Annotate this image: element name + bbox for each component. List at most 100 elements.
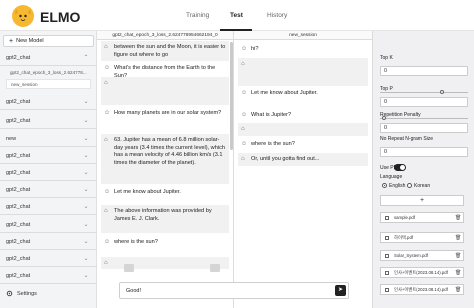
use-pdf-toggle[interactable] bbox=[394, 164, 406, 171]
user-avatar-icon: ☺ bbox=[241, 90, 248, 96]
sidebar-model-item[interactable]: gpt2_chat ⌄ bbox=[0, 218, 97, 232]
chevron-down-icon[interactable]: ⌄ bbox=[83, 135, 89, 142]
chevron-down-icon[interactable]: ⌄ bbox=[83, 272, 89, 279]
trash-icon[interactable]: 🗑 bbox=[455, 235, 463, 241]
message-text: What is Jupiter? bbox=[251, 112, 292, 118]
sidebar-model-item[interactable]: gpt2_chat ⌄ bbox=[0, 166, 97, 180]
repetition-penalty-input[interactable]: 0 bbox=[380, 123, 468, 133]
sidebar-model-item[interactable]: gpt2_chat ⌄ bbox=[0, 200, 97, 214]
new-model-button[interactable]: + New Model bbox=[3, 35, 94, 47]
pdf-file-item[interactable]: 하이텍.pdf 🗑 bbox=[380, 232, 464, 243]
file-checkbox[interactable] bbox=[385, 235, 389, 240]
sidebar-model-item[interactable]: new ⌄ bbox=[0, 132, 97, 146]
bot-message: ⌂ The above information was provided by J… bbox=[101, 205, 229, 233]
left-scrollbar[interactable] bbox=[230, 42, 233, 150]
sidebar-model-item[interactable]: gpt2_chat ⌄ bbox=[0, 235, 97, 249]
file-checkbox[interactable] bbox=[385, 287, 389, 292]
sidebar-session-item[interactable]: gpt2_chat_epoch_3_loss_2.624778... bbox=[6, 67, 91, 77]
add-file-button[interactable]: + bbox=[380, 195, 464, 206]
pdf-file-item[interactable]: sample.pdf 🗑 bbox=[380, 212, 464, 223]
sidebar-separator bbox=[0, 283, 97, 284]
lang-english-radio[interactable] bbox=[382, 183, 387, 188]
bot-avatar-icon: ⌂ bbox=[241, 156, 245, 162]
pdf-file-item[interactable]: 인사+이벤트(2023.08.14).pdf 🗑 bbox=[380, 267, 464, 278]
left-scroll-bottom-button[interactable] bbox=[210, 264, 220, 272]
chevron-down-icon[interactable]: ⌄ bbox=[83, 117, 89, 124]
message-input[interactable]: Good! bbox=[119, 282, 349, 299]
sidebar-separator bbox=[0, 266, 97, 267]
file-checkbox[interactable] bbox=[385, 215, 389, 220]
user-message: ☺ Let me know about Jupiter. bbox=[238, 87, 368, 100]
settings-button[interactable]: Settings bbox=[6, 290, 37, 297]
sidebar-model-item[interactable]: gpt2_chat ⌄ bbox=[0, 95, 97, 109]
message-text: Let me know about Jupiter. bbox=[114, 189, 181, 195]
chevron-down-icon[interactable]: ⌄ bbox=[83, 203, 89, 210]
ngram-input[interactable]: 0 bbox=[380, 147, 468, 157]
sidebar-model-label: gpt2_chat bbox=[6, 99, 31, 105]
lang-korean-radio[interactable] bbox=[407, 183, 412, 188]
sidebar-model-item[interactable]: gpt2_chat ⌄ bbox=[0, 149, 97, 163]
sidebar-model-label: new bbox=[6, 136, 17, 142]
sidebar-model-item[interactable]: gpt2_chat ⌄ bbox=[0, 114, 97, 128]
right-chat-header: new_session bbox=[234, 31, 372, 40]
trash-icon[interactable]: 🗑 bbox=[455, 253, 463, 259]
send-button[interactable]: ➤ bbox=[335, 285, 346, 296]
top-p-slider-track bbox=[380, 92, 468, 93]
trash-icon[interactable]: 🗑 bbox=[455, 215, 463, 221]
repetition-penalty-slider-knob[interactable] bbox=[382, 116, 387, 120]
message-text: hi? bbox=[251, 46, 259, 52]
file-checkbox[interactable] bbox=[385, 253, 389, 258]
top-p-input[interactable]: 0 bbox=[380, 97, 468, 107]
sidebar-separator bbox=[0, 163, 97, 164]
trash-icon[interactable]: 🗑 bbox=[455, 270, 463, 276]
message-text: The above information was provided by Ja… bbox=[114, 208, 212, 222]
chevron-down-icon[interactable]: ⌄ bbox=[83, 169, 89, 176]
pdf-file-item[interactable]: Solar_System.pdf 🗑 bbox=[380, 250, 464, 261]
chevron-down-icon[interactable]: ⌄ bbox=[83, 152, 89, 159]
user-avatar-icon: ☺ bbox=[104, 110, 111, 116]
top-k-label: Top K bbox=[380, 55, 393, 61]
sidebar-model-item[interactable]: gpt2_chat ⌃ bbox=[0, 51, 97, 65]
user-avatar-icon: ☺ bbox=[241, 46, 248, 52]
sidebar-model-item[interactable]: gpt2_chat ⌄ bbox=[0, 252, 97, 266]
sidebar-separator bbox=[0, 146, 97, 147]
sidebar-separator bbox=[0, 249, 97, 250]
bot-avatar-icon: ⌂ bbox=[104, 80, 108, 86]
sidebar-model-item[interactable]: gpt2_chat ⌄ bbox=[0, 183, 97, 197]
chevron-down-icon[interactable]: ⌄ bbox=[83, 98, 89, 105]
bot-avatar-icon: ⌂ bbox=[104, 44, 108, 50]
sidebar-separator bbox=[0, 232, 97, 233]
top-k-input[interactable]: 0 bbox=[380, 66, 468, 76]
tab-test[interactable]: Test bbox=[230, 12, 243, 19]
sidebar-session-item[interactable]: new_session bbox=[6, 79, 91, 89]
chevron-up-icon[interactable]: ⌃ bbox=[83, 54, 89, 61]
pdf-file-item[interactable]: 인사+이벤트(2023.08.14).pdf 🗑 bbox=[380, 284, 464, 295]
file-name: 인사+이벤트(2023.08.14).pdf bbox=[394, 286, 448, 292]
chevron-down-icon[interactable]: ⌄ bbox=[83, 255, 89, 262]
bot-message: ⌂ bbox=[238, 123, 368, 136]
lang-korean-label: Korean bbox=[414, 183, 431, 189]
sidebar-model-label: gpt2_chat bbox=[6, 239, 31, 245]
chevron-down-icon[interactable]: ⌄ bbox=[83, 221, 89, 228]
chevron-down-icon[interactable]: ⌄ bbox=[83, 186, 89, 193]
tab-history[interactable]: History bbox=[267, 12, 287, 19]
sidebar-model-label: gpt2_chat bbox=[6, 273, 31, 279]
repetition-penalty-slider-track bbox=[380, 118, 468, 119]
right-chat-pane: new_session ☺ hi? ⌂ ☺ Let me know about Jupi… bbox=[234, 31, 373, 308]
left-scroll-down-button[interactable] bbox=[124, 264, 134, 272]
file-name: sample.pdf bbox=[394, 215, 416, 220]
user-message: ☺ Let me know about Jupiter. bbox=[101, 186, 229, 199]
lang-english-label: English bbox=[389, 183, 406, 189]
sidebar-model-item[interactable]: gpt2_chat ⌄ bbox=[0, 269, 97, 283]
sidebar-model-label: gpt2_chat bbox=[6, 55, 31, 61]
sidebar-model-label: gpt2_chat bbox=[6, 256, 31, 262]
tab-training[interactable]: Training bbox=[186, 12, 209, 19]
sidebar-separator bbox=[0, 197, 97, 198]
file-checkbox[interactable] bbox=[385, 270, 389, 275]
top-p-slider-knob[interactable] bbox=[439, 90, 444, 94]
user-avatar-icon: ☺ bbox=[104, 189, 111, 195]
bot-avatar-icon: ⌂ bbox=[241, 126, 245, 132]
bot-message: ⌂ Or, until you gotta find out... bbox=[238, 153, 368, 166]
trash-icon[interactable]: 🗑 bbox=[455, 287, 463, 293]
chevron-down-icon[interactable]: ⌄ bbox=[83, 238, 89, 245]
